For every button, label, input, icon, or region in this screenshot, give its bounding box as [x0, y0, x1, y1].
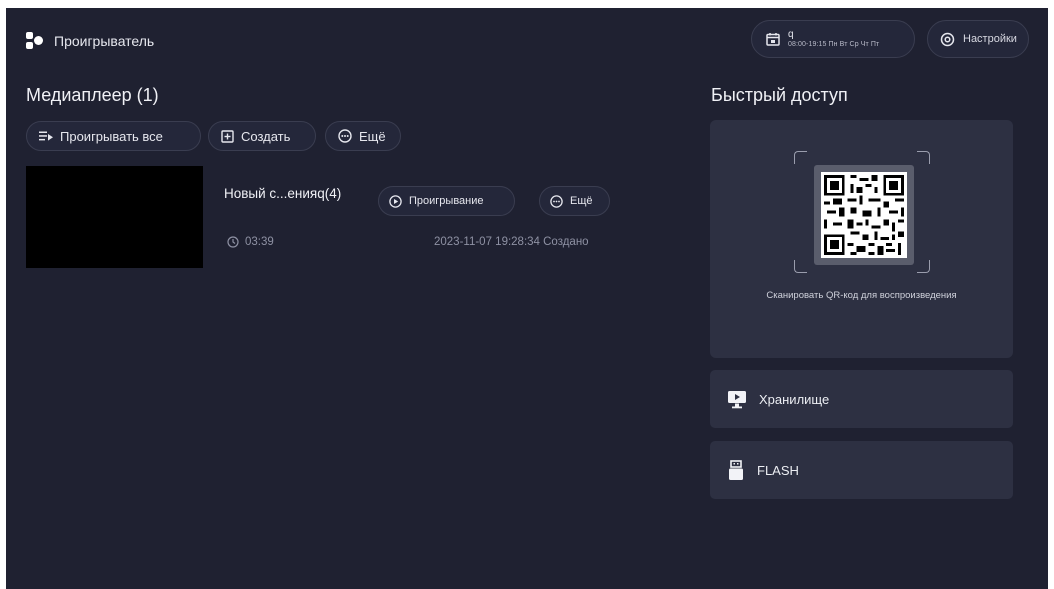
playlist-play-icon [39, 131, 53, 141]
play-item-label: Проигрывание [409, 195, 484, 207]
storage-button[interactable]: Хранилище [710, 370, 1013, 428]
item-more-button[interactable]: Ещё [539, 186, 610, 216]
usb-drive-icon [729, 459, 743, 480]
schedule-name: q [788, 29, 794, 41]
play-all-button[interactable]: Проигрывать все [26, 121, 201, 151]
play-circle-icon [389, 194, 402, 208]
clock-icon [227, 236, 239, 248]
media-item-name: Новый с...енияq(4) [224, 186, 342, 201]
settings-button[interactable]: Настройки [927, 20, 1029, 58]
media-thumbnail[interactable] [26, 166, 203, 268]
more-icon [338, 129, 352, 143]
settings-label: Настройки [963, 33, 1017, 45]
more-button[interactable]: Ещё [325, 121, 401, 151]
qr-caption: Сканировать QR-код для воспроизведения [766, 290, 957, 301]
schedule-button[interactable]: q 08:00-19:15 Пн Вт Ср Чт Пт [751, 20, 915, 58]
qr-card: Сканировать QR-код для воспроизведения [710, 120, 1013, 358]
monitor-play-icon [728, 390, 746, 408]
media-duration: 03:39 [227, 236, 274, 248]
add-box-icon [221, 129, 234, 143]
storage-label: Хранилище [759, 391, 830, 407]
more-icon [550, 194, 563, 208]
qr-code-icon [823, 174, 905, 256]
qr-scan-frame [794, 151, 930, 273]
media-player-title: Медиаплеер (1) [26, 85, 159, 105]
more-label: Ещё [359, 128, 386, 144]
player-screen: Проигрыватель q 08:00-19:15 Пн Вт Ср Чт … [6, 8, 1048, 589]
media-created-date: 2023-11-07 19:28:34 Создано [434, 236, 589, 248]
quick-access-title: Быстрый доступ [711, 85, 848, 105]
flash-label: FLASH [757, 462, 799, 478]
settings-icon [940, 32, 955, 46]
app-logo-icon [26, 32, 44, 50]
create-button[interactable]: Создать [208, 121, 316, 151]
app-title: Проигрыватель [54, 33, 155, 49]
calendar-icon [766, 33, 780, 46]
play-all-label: Проигрывать все [60, 128, 163, 144]
item-more-label: Ещё [570, 195, 593, 207]
create-label: Создать [241, 128, 291, 144]
schedule-time: 08:00-19:15 Пн Вт Ср Чт Пт [788, 40, 880, 48]
play-item-button[interactable]: Проигрывание [378, 186, 515, 216]
flash-button[interactable]: FLASH [710, 441, 1013, 499]
duration-value: 03:39 [245, 236, 274, 248]
app-header: Проигрыватель [26, 32, 154, 50]
qr-code [814, 165, 914, 265]
